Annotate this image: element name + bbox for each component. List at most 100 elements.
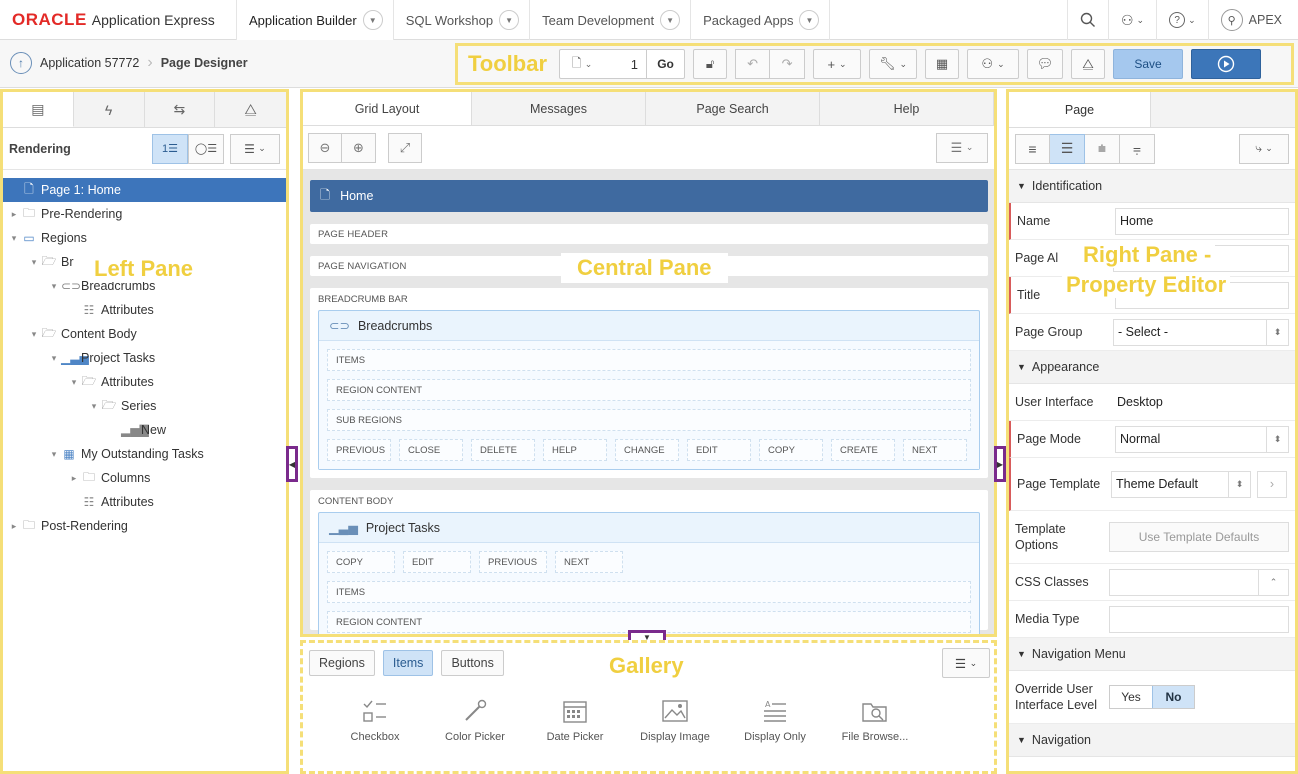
gallery-item-date-picker[interactable]: Date Picker [525,697,625,743]
utilities-menu-button[interactable]: 🔧︎ ⌄ [869,49,918,79]
yes-option[interactable]: Yes [1110,686,1152,708]
page-finder-button[interactable]: 🗋 ⌄ [560,50,604,78]
tree-node[interactable]: ▾ ▦ My Outstanding Tasks [3,442,286,466]
tree-toggle-icon[interactable]: ▸ [7,209,21,220]
gallery-item-color-picker[interactable]: Color Picker [425,697,525,743]
use-template-defaults-button[interactable]: Use Template Defaults [1109,522,1289,552]
team-development-menu-button[interactable]: ⚇ ⌄ [967,49,1020,79]
button-position-delete[interactable]: DELETE [471,439,535,461]
items-position[interactable]: ITEMS [327,581,971,603]
css-classes-input[interactable]: ⌃ [1109,568,1289,596]
tree-node[interactable]: ▸ 🗀 Post-Rendering [3,514,286,538]
tree-toggle-icon[interactable]: ▾ [27,329,41,340]
tree-toggle-icon[interactable]: ▾ [87,401,101,412]
tab-help[interactable]: Help [820,92,994,125]
media-type-input[interactable] [1109,605,1289,633]
button-position-change[interactable]: CHANGE [615,439,679,461]
gallery-tab-buttons[interactable]: Buttons [441,650,504,676]
group-navigation[interactable]: ▼ Navigation [1009,724,1295,757]
show-all-button[interactable]: ☰ [1050,133,1085,164]
user-menu-button[interactable]: ⚲ APEX [1207,0,1298,40]
create-menu-button[interactable]: + ⌄ [813,49,862,79]
expand-button[interactable]: ⤢ [388,132,422,163]
tab-processing[interactable]: ⇆ [145,92,216,127]
zoom-in-button[interactable]: ⊕ [342,132,376,163]
tree-node[interactable]: ▾ ▭ Regions [3,226,286,250]
button-position-next[interactable]: NEXT [903,439,967,461]
gallery-menu-button[interactable]: ☰ ⌄ [942,648,990,678]
shared-components-button[interactable]: ▦ [925,49,960,79]
items-position[interactable]: ITEMS [327,349,971,371]
gallery-tab-regions[interactable]: Regions [309,650,375,676]
page-mode-select[interactable]: Normal ⬍ [1115,425,1289,453]
button-position-create[interactable]: CREATE [831,439,895,461]
gallery-tab-items[interactable]: Items [382,650,434,676]
button-position-next[interactable]: NEXT [555,551,623,573]
breadcrumb-bar-block[interactable]: BREADCRUMB BAR ⊂⊃ Breadcrumbs ITEMS REGI… [310,288,988,478]
nav-tab-team-development[interactable]: Team Development ▼ [530,0,692,40]
page-header-slot[interactable]: PAGE HEADER [310,224,988,244]
save-button[interactable]: Save [1113,49,1184,79]
button-position-close[interactable]: CLOSE [399,439,463,461]
lock-button[interactable]: 🔓︎ [693,49,728,79]
undo-button[interactable]: ↶ [735,49,771,79]
expand-all-button[interactable]: ⩦ [1120,133,1155,164]
tree-node[interactable]: ▾ ▁▃▅ Project Tasks [3,346,286,370]
no-option[interactable]: No [1152,686,1194,708]
tab-grid-layout[interactable]: Grid Layout [303,92,473,125]
breadcrumbs-region[interactable]: ⊂⊃ Breadcrumbs ITEMS REGION CONTENT SUB … [318,310,980,470]
administration-menu-button[interactable]: ⚇ ⌄ [1107,0,1156,40]
left-splitter-handle[interactable]: ◀ [286,446,298,482]
right-splitter-handle[interactable]: ▶ [994,446,1006,482]
tree-toggle-icon[interactable]: ▸ [7,521,21,532]
tree-toggle-icon[interactable]: ▾ [67,377,81,388]
name-input[interactable]: Home [1115,207,1289,235]
tree-node[interactable]: ▂▅▇ New [3,418,286,442]
content-body-block[interactable]: CONTENT BODY ▁▃▅ Project Tasks COPY EDIT P… [310,490,988,634]
run-page-button[interactable] [1191,49,1262,79]
tree-node[interactable]: ▾ 🗁 Attributes [3,370,286,394]
tree-toggle-icon[interactable]: ▸ [67,473,81,484]
tree-node[interactable]: ▾ 🗁 Content Body [3,322,286,346]
sub-regions-position[interactable]: SUB REGIONS [327,409,971,431]
group-identification[interactable]: ▼ Identification [1009,170,1295,203]
gallery-item-file-browse[interactable]: File Browse... [825,697,925,743]
tree-node[interactable]: ▸ 🗀 Columns [3,466,286,490]
button-position-copy[interactable]: COPY [327,551,395,573]
tree-toggle-icon[interactable]: ▾ [47,353,61,364]
chevron-up-icon[interactable]: ⌃ [1258,569,1288,595]
button-position-edit[interactable]: EDIT [403,551,471,573]
go-button[interactable]: Go [646,50,684,78]
tree-toggle-icon[interactable]: ▾ [47,449,61,460]
tab-rendering[interactable]: ▤ [3,92,74,127]
gallery-item-display-only[interactable]: A Display Only [725,697,825,743]
button-position-copy[interactable]: COPY [759,439,823,461]
help-menu-button[interactable]: ? ⌄ [1156,0,1208,40]
page-group-select[interactable]: - Select - ⬍ [1113,318,1289,346]
go-to-template-button[interactable]: › [1257,470,1287,498]
group-appearance[interactable]: ▼ Appearance [1009,351,1295,384]
zoom-out-button[interactable]: ⊖ [308,132,342,163]
tree-node[interactable]: ▸ 🗀 Pre-Rendering [3,202,286,226]
button-position-help[interactable]: HELP [543,439,607,461]
group-navigation-menu[interactable]: ▼ Navigation Menu [1009,638,1295,671]
tree-toggle-icon[interactable]: ▾ [47,281,61,292]
button-position-previous[interactable]: PREVIOUS [479,551,547,573]
page-number-input[interactable]: 1 [604,50,646,78]
tab-page-search[interactable]: Page Search [646,92,821,125]
breadcrumb-application[interactable]: Application 57772 [40,56,139,70]
nav-tab-packaged-apps[interactable]: Packaged Apps ▼ [691,0,831,40]
gallery-item-checkbox[interactable]: Checkbox [325,697,425,743]
arrow-up-icon[interactable]: ↑ [10,52,32,74]
group-by-component-button[interactable]: 1☰ [152,133,188,164]
button-position-previous[interactable]: PREVIOUS [327,439,391,461]
override-ui-level-toggle[interactable]: Yes No [1109,685,1195,709]
tree-node[interactable]: ▾ 🗁 Series [3,394,286,418]
tree-node[interactable]: 🗋 Page 1: Home [3,178,286,202]
gallery-item-display-image[interactable]: Display Image [625,697,725,743]
tree-node[interactable]: ☷ Attributes [3,490,286,514]
comments-button[interactable]: 💬︎ [1027,49,1064,79]
tab-messages[interactable]: Messages [472,92,647,125]
nav-tab-application-builder[interactable]: Application Builder ▼ [237,0,394,40]
chevron-down-icon[interactable]: ▼ [499,10,520,30]
